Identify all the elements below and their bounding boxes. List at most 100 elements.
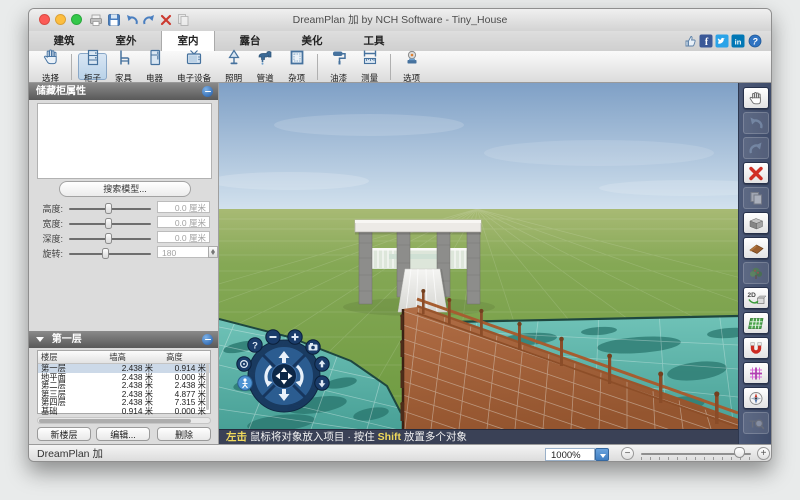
app-name-label: DreamPlan 加 (37, 445, 103, 462)
slider-label: 深度: (33, 232, 63, 245)
save-icon[interactable] (107, 13, 121, 27)
twitter-icon[interactable] (715, 34, 729, 48)
grid-icon (747, 316, 765, 331)
collapse-floors-button[interactable] (202, 334, 213, 345)
zoom-dropdown-button[interactable] (595, 448, 609, 461)
plant-icon (747, 266, 765, 281)
delete-object-button[interactable] (743, 162, 769, 184)
tool-cabinets[interactable]: 柜子 (78, 53, 107, 80)
tool-misc[interactable]: 杂项 (282, 53, 311, 80)
tab-outdoor[interactable]: 室外 (99, 31, 153, 51)
measure-icon (362, 49, 378, 71)
desktop-background: DreamPlan 加 by NCH Software - Tiny_House… (0, 0, 800, 500)
like-icon[interactable] (683, 34, 697, 48)
column-header: 楼层 (38, 351, 103, 363)
new-floor-button[interactable]: 新楼层 (37, 427, 91, 441)
measure-grid-button[interactable] (743, 362, 769, 384)
copy-icon[interactable] (176, 13, 190, 27)
tool-paint[interactable]: 油漆 (324, 53, 353, 80)
terrain-wood-button[interactable] (743, 237, 769, 259)
tool-lighting[interactable]: 照明 (219, 53, 248, 80)
nav-down-button[interactable] (315, 376, 329, 390)
tool-options[interactable]: 选项 (397, 53, 426, 80)
redo-button[interactable] (743, 137, 769, 159)
nav-target-button[interactable] (237, 357, 251, 371)
tab-building[interactable]: 建筑 (37, 31, 91, 51)
content-area: 储藏柜属性 搜索模型... 高度: 0.0 厘米 宽度: 0.0 厘米 深度: … (29, 83, 772, 444)
zoom-value-field[interactable]: 1000% (545, 448, 595, 461)
slider-label: 高度: (33, 202, 63, 215)
rotation-slider[interactable] (69, 253, 151, 255)
zoom-slider-thumb[interactable] (734, 447, 745, 458)
nav-zoom-in-button[interactable] (288, 330, 302, 344)
undo-button[interactable] (743, 112, 769, 134)
hint-text: 鼠标将对象放入项目 · 按住 (247, 431, 378, 443)
height-slider[interactable] (69, 208, 151, 210)
tab-landscaping[interactable]: 美化 (285, 31, 339, 51)
tab-tools[interactable]: 工具 (347, 31, 401, 51)
zoom-text-button[interactable]: T (743, 412, 769, 434)
search-model-button[interactable]: 搜索模型... (59, 181, 191, 197)
width-slider[interactable] (69, 223, 151, 225)
hint-bar: 左击 鼠标将对象放入项目 · 按住 Shift 放置多个对象 (219, 429, 738, 444)
edit-floor-button[interactable]: 编辑... (96, 427, 150, 441)
redo-icon[interactable] (142, 13, 156, 27)
floors-table: 楼层 墙高 高度 第一层 2.438 米 0.914 米 地平面 2.438 米… (37, 350, 211, 414)
collapse-properties-button[interactable] (202, 86, 213, 97)
nav-pan-button[interactable] (272, 364, 297, 389)
floor-height: 0.000 米 (160, 407, 210, 416)
tab-deck[interactable]: 露台 (223, 31, 277, 51)
depth-slider[interactable] (69, 238, 151, 240)
scene-canvas[interactable]: ? (219, 83, 738, 429)
facebook-icon[interactable]: f (699, 34, 713, 48)
snap-magnet-button[interactable] (743, 337, 769, 359)
linkedin-icon[interactable]: in (731, 34, 745, 48)
hand-icon (43, 49, 59, 71)
delete-icon[interactable] (159, 13, 173, 27)
help-icon[interactable]: ? (748, 34, 762, 48)
undo-icon[interactable] (125, 13, 139, 27)
minimize-window-button[interactable] (55, 14, 66, 25)
print-icon[interactable] (89, 13, 103, 27)
nav-walk-button[interactable] (238, 376, 252, 390)
rotation-value-field[interactable]: 180 (157, 246, 210, 258)
plant-button[interactable] (743, 262, 769, 284)
collapse-triangle-icon[interactable] (36, 337, 44, 342)
viewport-3d[interactable]: ? (219, 83, 738, 444)
pan-tool-button[interactable] (743, 87, 769, 109)
floor-row[interactable]: 基础 0.914 米 0.000 米 (38, 407, 210, 416)
view-2d-3d-toggle-button[interactable]: 2D (743, 287, 769, 309)
close-window-button[interactable] (39, 14, 50, 25)
width-value-field[interactable]: 0.0 厘米 (157, 216, 210, 228)
compass-icon (747, 391, 765, 406)
tool-select[interactable]: 选择 (36, 53, 65, 80)
hint-click-key: 左击 (226, 431, 247, 443)
grid-toggle-button[interactable] (743, 312, 769, 334)
delete-floor-button[interactable]: 删除 (157, 427, 211, 441)
chair-icon (116, 49, 132, 71)
nav-help-button[interactable]: ? (248, 338, 262, 352)
rotation-stepper[interactable] (208, 246, 218, 258)
tool-measure[interactable]: 测量 (355, 53, 384, 80)
depth-value-field[interactable]: 0.0 厘米 (157, 231, 210, 243)
compass-button[interactable] (743, 387, 769, 409)
nav-camera-button[interactable] (306, 340, 320, 354)
zoom-window-button[interactable] (71, 14, 82, 25)
zoom-in-button[interactable]: + (757, 447, 770, 460)
nav-up-button[interactable] (315, 357, 329, 371)
hint-shift-key: Shift (378, 431, 401, 443)
table-horizontal-scrollbar[interactable] (37, 417, 211, 424)
tab-indoor[interactable]: 室内 (161, 31, 215, 51)
tool-furniture[interactable]: 家具 (109, 53, 138, 80)
model-preview-box (37, 103, 212, 179)
tool-electronics[interactable]: 电子设备 (171, 53, 217, 80)
building-block-button[interactable] (743, 212, 769, 234)
table-vertical-scrollbar[interactable] (206, 364, 209, 410)
zoom-out-button[interactable]: − (621, 447, 634, 460)
tool-plumbing[interactable]: 管道 (250, 53, 280, 80)
main-toolbar: 选择 柜子 家具 电器 电子设备 照明 管道 杂项 (29, 51, 771, 83)
nav-zoom-out-button[interactable] (266, 330, 280, 344)
tool-appliances[interactable]: 电器 (140, 53, 169, 80)
copy-object-button[interactable] (743, 187, 769, 209)
height-value-field[interactable]: 0.0 厘米 (157, 201, 210, 213)
